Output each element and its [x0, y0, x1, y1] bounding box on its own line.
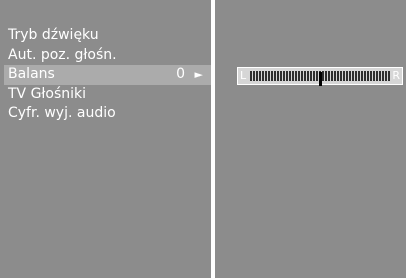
menu-item-label: Balans — [8, 66, 55, 82]
balance-slider[interactable]: L R — [237, 67, 403, 86]
detail-panel — [215, 0, 406, 278]
balance-right-label: R — [392, 69, 400, 82]
menu-item-label: Tryb dźwięku — [8, 27, 99, 43]
menu-item-label: TV Głośniki — [8, 85, 87, 102]
menu-item-tryb-dzwieku[interactable]: Tryb dźwięku — [4, 26, 211, 46]
menu-panel: Tryb dźwięku Aut. poz. głośn. Balans 0 ►… — [0, 0, 211, 278]
balance-track — [250, 71, 390, 86]
menu-item-cyfr-wyj-audio[interactable]: Cyfr. wyj. audio — [4, 104, 211, 124]
arrow-right-icon: ► — [194, 68, 203, 81]
menu-item-label: Aut. poz. głośn. — [8, 46, 117, 63]
balans-value: 0 — [176, 66, 185, 82]
balance-marker[interactable] — [319, 72, 322, 86]
menu-item-label: Cyfr. wyj. audio — [8, 105, 116, 121]
menu-item-aut-poz-glosn[interactable]: Aut. poz. głośn. — [4, 46, 211, 66]
audio-settings-screen: Tryb dźwięku Aut. poz. głośn. Balans 0 ►… — [0, 0, 406, 278]
menu-item-balans[interactable]: Balans 0 ► — [4, 65, 211, 85]
menu-item-tv-glosniki[interactable]: TV Głośniki — [4, 85, 211, 105]
balance-left-label: L — [240, 69, 247, 82]
audio-menu: Tryb dźwięku Aut. poz. głośn. Balans 0 ►… — [4, 26, 211, 124]
